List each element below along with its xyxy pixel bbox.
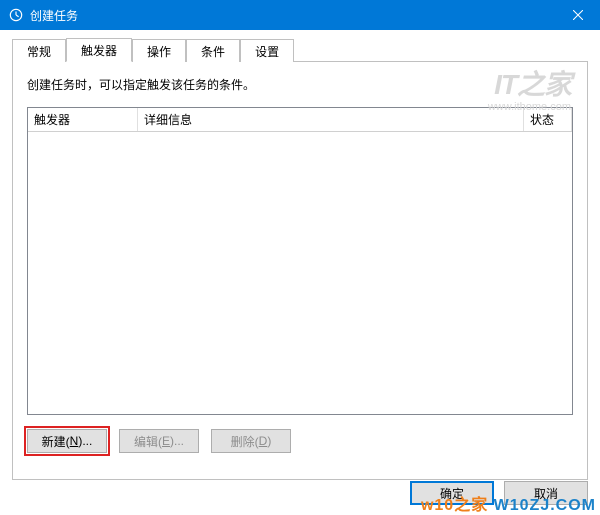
tab-label: 触发器	[81, 42, 117, 59]
tab-triggers[interactable]: 触发器	[66, 38, 132, 62]
window-title: 创建任务	[30, 7, 78, 24]
trigger-list[interactable]: 触发器 详细信息 状态	[27, 107, 573, 415]
btn-label: 取消	[534, 485, 558, 502]
tab-content: IT之家 www.ithome.com 创建任务时，可以指定触发该任务的条件。 …	[12, 62, 588, 480]
tab-strip: 常规 触发器 操作 条件 设置	[12, 38, 588, 62]
btn-hotkey: E	[162, 434, 170, 448]
tab-label: 条件	[201, 43, 225, 60]
tab-label: 设置	[255, 43, 279, 60]
tab-conditions[interactable]: 条件	[186, 39, 240, 62]
btn-hotkey: N	[70, 434, 79, 448]
btn-label-part: 删除(	[231, 433, 259, 450]
cancel-button[interactable]: 取消	[504, 481, 588, 505]
close-button[interactable]	[555, 0, 600, 30]
list-header: 触发器 详细信息 状态	[28, 108, 572, 132]
btn-label-part: 编辑(	[134, 433, 162, 450]
btn-label-part: 新建(	[42, 433, 70, 450]
delete-button: 删除(D)	[211, 429, 291, 453]
triggers-description: 创建任务时，可以指定触发该任务的条件。	[27, 76, 573, 93]
column-trigger[interactable]: 触发器	[28, 108, 138, 131]
ok-button[interactable]: 确定	[410, 481, 494, 505]
column-status[interactable]: 状态	[524, 108, 572, 131]
column-detail[interactable]: 详细信息	[138, 108, 524, 131]
btn-label: 确定	[440, 485, 464, 502]
tab-settings[interactable]: 设置	[240, 39, 294, 62]
trigger-buttons-row: 新建(N)... 编辑(E)... 删除(D)	[27, 429, 573, 453]
tab-actions[interactable]: 操作	[132, 39, 186, 62]
tab-label: 操作	[147, 43, 171, 60]
clock-icon	[8, 7, 24, 23]
btn-hotkey: D	[259, 434, 268, 448]
tab-label: 常规	[27, 43, 51, 60]
btn-label-part: )...	[78, 434, 92, 448]
btn-label-part: )	[267, 434, 271, 448]
tab-general[interactable]: 常规	[12, 39, 66, 62]
edit-button: 编辑(E)...	[119, 429, 199, 453]
dialog-buttons: 确定 取消	[410, 481, 588, 505]
client-area: 常规 触发器 操作 条件 设置 IT之家 www.ithome.com 创建任务…	[0, 30, 600, 513]
new-button[interactable]: 新建(N)...	[27, 429, 107, 453]
title-bar: 创建任务	[0, 0, 600, 30]
btn-label-part: )...	[170, 434, 184, 448]
